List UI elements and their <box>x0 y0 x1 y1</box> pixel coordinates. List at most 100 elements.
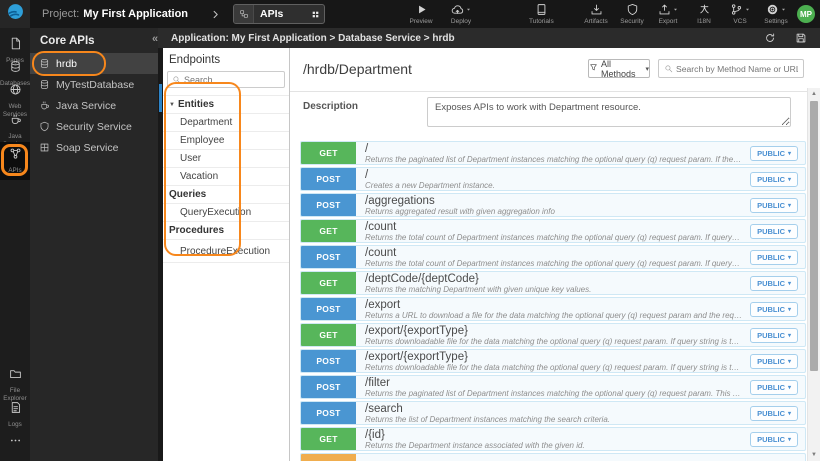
endpoints-search-input[interactable] <box>184 74 280 85</box>
endpoints-tree: ▼ Entities Department Employee User Vacation Q… <box>163 95 289 263</box>
panel-scroll-strip <box>158 48 163 461</box>
visibility-label: PUBLIC <box>757 330 785 340</box>
core-api-item-java-service[interactable]: Java Service <box>30 95 158 116</box>
shield-icon <box>626 3 639 16</box>
topbar-action-artifacts[interactable]: Artifacts <box>584 3 608 25</box>
vertical-scrollbar[interactable]: ▲ ▼ <box>807 88 820 461</box>
api-endpoint-row[interactable]: POST/search Returns the list of Departmen… <box>300 401 806 425</box>
topbar-action-i18n[interactable]: I18N <box>692 3 716 25</box>
visibility-dropdown[interactable]: PUBLIC ▾ <box>750 301 798 317</box>
visibility-dropdown[interactable]: PUBLIC ▾ <box>750 431 798 447</box>
avatar[interactable]: MP <box>797 5 815 23</box>
method-search[interactable] <box>658 59 804 78</box>
endpoint-description: Returns aggregated result with given agg… <box>365 206 555 216</box>
endpoint-tree-section-procedures[interactable]: Procedures <box>163 222 289 240</box>
sidebar-item-more[interactable] <box>0 432 30 454</box>
endpoints-panel: Endpoints ▼Entities Department Employee Use… <box>163 48 290 461</box>
java-services-icon <box>9 113 22 131</box>
endpoint-tree-item-user[interactable]: User <box>163 150 289 168</box>
endpoint-tree-item-vacation[interactable]: Vacation <box>163 168 289 186</box>
api-endpoint-row[interactable]: PUT <box>300 453 806 461</box>
visibility-dropdown[interactable]: PUBLIC ▾ <box>750 327 798 343</box>
visibility-dropdown[interactable]: PUBLIC ▾ <box>750 145 798 161</box>
caret-down-icon: ▾ <box>787 358 791 365</box>
refresh-icon[interactable] <box>764 32 776 44</box>
description-textarea[interactable]: Exposes APIs to work with Department res… <box>427 97 791 127</box>
visibility-label: PUBLIC <box>757 174 785 184</box>
visibility-dropdown[interactable]: PUBLIC ▾ <box>750 249 798 265</box>
endpoint-tree-item-employee[interactable]: Employee <box>163 132 289 150</box>
api-endpoint-row[interactable]: POST/filter Returns the paginated list of… <box>300 375 806 399</box>
scrollbar-up-arrow[interactable]: ▲ <box>808 88 820 100</box>
topbar-action-label: Settings <box>764 18 788 25</box>
save-icon[interactable] <box>795 32 807 44</box>
visibility-dropdown[interactable]: PUBLIC ▾ <box>750 405 798 421</box>
caret-down-icon: ▾ <box>645 65 649 73</box>
sidebar-item-logs[interactable]: Logs <box>0 399 30 431</box>
endpoint-info: / Returns the paginated list of Departmen… <box>356 142 750 164</box>
databases-icon <box>9 60 22 78</box>
topbar-action-label: Preview <box>409 18 433 25</box>
java-services-icon <box>39 100 50 111</box>
topbar-action-settings[interactable]: Settings <box>764 3 788 25</box>
endpoint-tree-item-procedureexecution[interactable]: ProcedureExecution <box>163 240 289 263</box>
scrollbar-thumb[interactable] <box>810 101 818 371</box>
visibility-label: PUBLIC <box>757 278 785 288</box>
topbar-action-preview[interactable]: Preview <box>409 3 433 25</box>
topbar-action-vcs[interactable]: VCS <box>728 3 752 25</box>
topbar-action-tutorials[interactable]: Tutorials <box>529 3 554 25</box>
chevron-right-icon <box>210 9 221 20</box>
endpoint-description: Returns downloadable file for the data m… <box>365 362 742 372</box>
visibility-dropdown[interactable]: PUBLIC ▾ <box>750 379 798 395</box>
workspace-tab-apis[interactable]: APIs <box>233 4 326 24</box>
visibility-dropdown[interactable]: PUBLIC ▾ <box>750 171 798 187</box>
visibility-dropdown[interactable]: PUBLIC ▾ <box>750 197 798 213</box>
api-endpoint-row[interactable]: POST/aggregations Returns aggregated resu… <box>300 193 806 217</box>
visibility-label: PUBLIC <box>757 356 785 366</box>
visibility-dropdown[interactable]: PUBLIC ▾ <box>750 353 798 369</box>
endpoint-tree-item-department[interactable]: Department <box>163 114 289 132</box>
method-badge: POST <box>301 298 356 320</box>
api-endpoint-row[interactable]: GET/{id} Returns the Department instance … <box>300 427 806 451</box>
panel-scrollbar-thumb[interactable] <box>159 84 162 112</box>
endpoint-tree-section-entities[interactable]: ▼ Entities <box>163 96 289 114</box>
visibility-label: PUBLIC <box>757 200 785 210</box>
topbar-action-security[interactable]: Security <box>620 3 644 25</box>
endpoints-search[interactable] <box>167 71 285 88</box>
api-endpoint-row[interactable]: GET/count Returns the total count of Depa… <box>300 219 806 243</box>
page-title: /hrdb/Department <box>303 61 412 77</box>
sidebar-item-apis[interactable]: APIs <box>0 142 30 180</box>
grid-icon[interactable] <box>306 10 324 19</box>
method-badge: POST <box>301 168 356 190</box>
topbar-action-export[interactable]: Export <box>656 3 680 25</box>
shield-icon <box>39 121 50 132</box>
core-api-item-soap-service[interactable]: Soap Service <box>30 137 158 158</box>
methods-filter-dropdown[interactable]: All Methods ▾ <box>588 59 650 79</box>
api-endpoint-row[interactable]: GET/deptCode/{deptCode} Returns the match… <box>300 271 806 295</box>
visibility-dropdown[interactable]: PUBLIC ▾ <box>750 275 798 291</box>
caret-down-icon: ▾ <box>787 150 791 157</box>
endpoint-description: Returns the total count of Department in… <box>365 258 742 268</box>
core-api-item-hrdb[interactable]: hrdb <box>30 53 158 74</box>
api-endpoint-row[interactable]: GET/export/{exportType} Returns downloada… <box>300 323 806 347</box>
visibility-dropdown[interactable]: PUBLIC ▾ <box>750 223 798 239</box>
wavemaker-logo[interactable] <box>0 0 30 28</box>
topbar-action-deploy[interactable]: Deploy <box>449 3 473 25</box>
topbar-action-label: Security <box>620 18 644 25</box>
api-endpoint-row[interactable]: POST/count Returns the total count of Dep… <box>300 245 806 269</box>
core-api-item-mytestdatabase[interactable]: MyTestDatabase <box>30 74 158 95</box>
api-endpoint-row[interactable]: POST/export/{exportType} Returns download… <box>300 349 806 373</box>
endpoint-info: /export/{exportType} Returns downloadable… <box>356 324 750 346</box>
core-api-item-label: Soap Service <box>56 141 119 154</box>
endpoint-tree-item-queryexecution[interactable]: QueryExecution <box>163 204 289 222</box>
api-endpoint-row[interactable]: POST / Creates a new Department instance. P… <box>300 167 806 191</box>
api-endpoint-row[interactable]: GET / Returns the paginated list of Depart… <box>300 141 806 165</box>
api-endpoint-row[interactable]: POST/export Returns a URL to download a f… <box>300 297 806 321</box>
endpoint-path: /deptCode/{deptCode} <box>365 273 479 285</box>
core-api-item-security-service[interactable]: Security Service <box>30 116 158 137</box>
endpoint-tree-section-queries[interactable]: Queries <box>163 186 289 204</box>
method-badge: POST <box>301 194 356 216</box>
method-badge: GET <box>301 272 356 294</box>
scrollbar-down-arrow[interactable]: ▼ <box>808 449 820 461</box>
method-search-input[interactable] <box>676 63 798 74</box>
